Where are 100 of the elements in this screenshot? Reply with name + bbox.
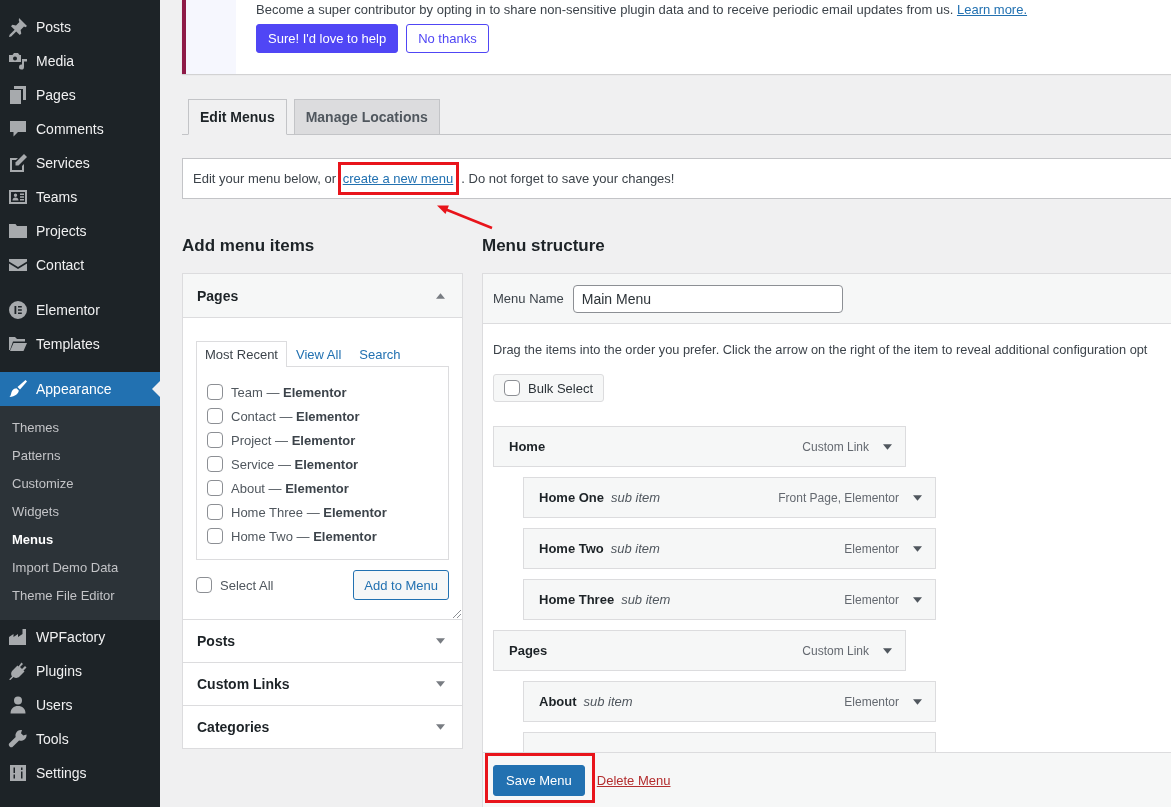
caret-down-icon[interactable]	[913, 545, 922, 552]
submenu-item[interactable]: Import Demo Data	[0, 554, 160, 582]
sidebar-item[interactable]: Posts	[0, 10, 160, 44]
checkbox[interactable]	[207, 456, 223, 472]
item-type: Front Page, Elementor	[778, 490, 899, 505]
item-type: Elementor	[844, 592, 899, 607]
checkbox[interactable]	[504, 380, 520, 396]
caret-down-icon	[436, 638, 445, 644]
person-icon	[8, 695, 28, 715]
sidebar-item[interactable]: Projects	[0, 214, 160, 248]
select-all-label: Select All	[220, 577, 274, 593]
caret-down-icon[interactable]	[883, 443, 892, 450]
sidebar-item[interactable]: Teams	[0, 180, 160, 214]
manage-menus-text: Edit your menu below, or create a new menu . Do not forget to save your changes!	[193, 171, 675, 186]
menu-item[interactable]: Home Two sub item Elementor	[523, 528, 936, 569]
sidebar-item[interactable]: Comments	[0, 112, 160, 146]
wrench-icon	[8, 729, 28, 749]
folder-icon	[8, 221, 28, 241]
submenu-item[interactable]: Menus	[0, 526, 160, 554]
delete-menu-link[interactable]: Delete Menu	[596, 772, 671, 788]
sidebar-item[interactable]: Settings	[0, 756, 160, 790]
instructions-text: Drag the items into the order you prefer. Click the arrow on the right of the item to reveal additional configuration opt	[493, 342, 1149, 358]
accordion-header[interactable]: Pages	[183, 274, 462, 318]
caret-down-icon[interactable]	[913, 494, 922, 501]
item-type: Elementor	[844, 694, 899, 709]
create-menu-link[interactable]: create a new menu	[342, 171, 454, 186]
sidebar-item[interactable]: Tools	[0, 722, 160, 756]
sidebar-item[interactable]: Media	[0, 44, 160, 78]
checkbox[interactable]	[196, 577, 212, 593]
menu-item[interactable]: About sub item Elementor	[523, 681, 936, 722]
sidebar-item[interactable]: Appearance	[0, 372, 160, 406]
sidebar-item[interactable]: Contact	[0, 248, 160, 282]
item-type: Custom Link	[802, 439, 869, 454]
item-type: Custom Link	[802, 643, 869, 658]
submenu-item[interactable]: Theme File Editor	[0, 582, 160, 610]
item-title: Pages	[509, 643, 548, 658]
sidebar-item[interactable]: Templates	[0, 327, 160, 361]
panel-tab[interactable]: Search	[350, 341, 410, 367]
factory-icon	[8, 627, 28, 647]
circle-bars-icon	[8, 300, 28, 320]
learn-more-link[interactable]: Learn more.	[956, 2, 1028, 17]
menu-name-label: Menu Name	[493, 291, 564, 306]
bulk-select-button[interactable]: Bulk Select	[493, 374, 605, 402]
plug-icon	[8, 661, 28, 681]
menu-item[interactable]: Pages Custom Link	[493, 630, 906, 671]
submenu-item[interactable]: Themes	[0, 414, 160, 442]
section-heading: Add menu items	[182, 235, 316, 257]
caret-down-icon[interactable]	[883, 647, 892, 654]
menu-item[interactable]: Home One sub item Front Page, Elementor	[523, 477, 936, 518]
sidebar-item[interactable]: Users	[0, 688, 160, 722]
item-note: sub item	[583, 694, 633, 709]
caret-up-icon	[436, 292, 445, 299]
checkbox[interactable]	[207, 528, 223, 544]
menu-item[interactable]: Home Three sub item Elementor	[523, 579, 936, 620]
checkbox[interactable]	[207, 432, 223, 448]
document-pencil-icon	[8, 153, 28, 173]
item-type: Elementor	[844, 541, 899, 556]
menu-name-field[interactable]: Main Menu	[572, 284, 843, 313]
nav-tab[interactable]: Manage Locations	[293, 99, 440, 135]
page-option-label: Home Three — Elementor	[231, 504, 387, 520]
sidebar-item[interactable]: Elementor	[0, 293, 160, 327]
page-option-label: Project — Elementor	[231, 432, 356, 448]
add-to-menu-button[interactable]: Add to Menu	[353, 570, 449, 600]
item-note: sub item	[610, 541, 660, 556]
caret-down-icon	[436, 724, 445, 730]
documents-icon	[8, 85, 28, 105]
panel-tab[interactable]: Most Recent	[196, 341, 287, 367]
page-option-label: Service — Elementor	[231, 456, 359, 472]
menu-item[interactable]: Home Custom Link	[493, 426, 906, 467]
submenu-item[interactable]: Patterns	[0, 442, 160, 470]
sidebar-item[interactable]: Pages	[0, 78, 160, 112]
item-title: Home	[509, 439, 546, 454]
caret-down-icon[interactable]	[913, 698, 922, 705]
sidebar-item[interactable]: WPFactory	[0, 620, 160, 654]
sliders-icon	[8, 763, 28, 783]
save-menu-button[interactable]: Save Menu	[493, 764, 585, 796]
caret-down-icon[interactable]	[913, 596, 922, 603]
checkbox[interactable]	[207, 384, 223, 400]
resize-handle-icon[interactable]	[453, 610, 461, 618]
item-title: Home Two	[539, 541, 604, 556]
checkbox[interactable]	[207, 504, 223, 520]
secondary-button[interactable]: No thanks	[406, 24, 489, 53]
section-heading: Menu structure	[482, 235, 606, 257]
sidebar-item[interactable]: Services	[0, 146, 160, 180]
submenu-item[interactable]: Widgets	[0, 498, 160, 526]
speech-bubble-icon	[8, 119, 28, 139]
id-card-icon	[8, 187, 28, 207]
item-title: Home Three	[539, 592, 615, 607]
checkbox[interactable]	[207, 408, 223, 424]
checkbox[interactable]	[207, 480, 223, 496]
caret-down-icon	[436, 681, 445, 687]
primary-button[interactable]: Sure! I'd love to help	[256, 24, 399, 53]
page-option-label: Home Two — Elementor	[231, 528, 377, 544]
nav-tab[interactable]: Edit Menus	[188, 99, 287, 135]
panel-tab[interactable]: View All	[287, 341, 351, 367]
pushpin-icon	[8, 17, 28, 37]
page-option-label: Contact — Elementor	[231, 408, 360, 424]
submenu-item[interactable]: Customize	[0, 470, 160, 498]
sidebar-item[interactable]: Plugins	[0, 654, 160, 688]
camera-music-icon	[8, 51, 28, 71]
